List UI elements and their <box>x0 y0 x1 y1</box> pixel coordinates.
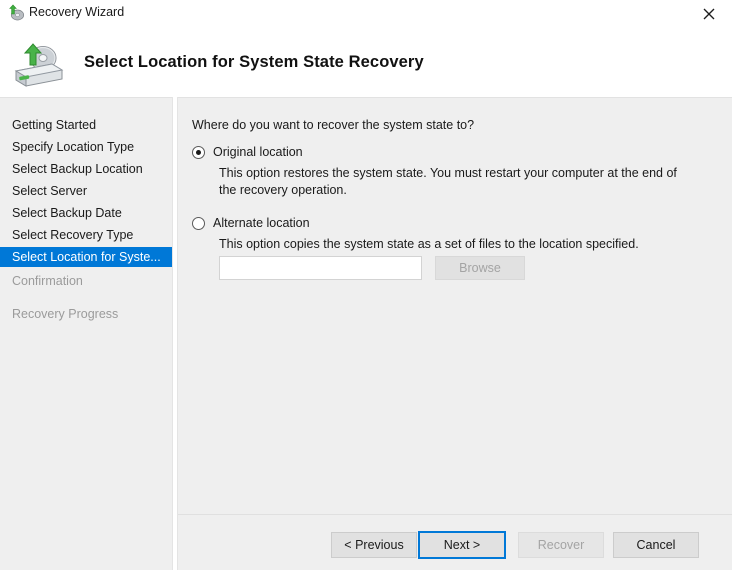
question-label: Where do you want to recover the system … <box>192 118 474 132</box>
close-icon[interactable] <box>686 0 732 27</box>
radio-row-original-location[interactable]: Original location <box>188 143 708 163</box>
radio-label-original-location: Original location <box>213 143 303 162</box>
option-description-alternate-location: This option copies the system state as a… <box>219 236 692 253</box>
option-description-original-location: This option restores the system state. Y… <box>219 165 692 199</box>
wizard-header: Select Location for System State Recover… <box>0 27 732 97</box>
wizard-footer: < Previous Next > Recover Cancel <box>178 514 732 570</box>
recovery-disk-icon <box>7 4 25 22</box>
page-title: Select Location for System State Recover… <box>84 53 424 72</box>
sidebar-item-select-backup-location[interactable]: Select Backup Location <box>0 159 172 179</box>
sidebar-item-select-backup-date[interactable]: Select Backup Date <box>0 203 172 223</box>
option-alternate-location[interactable]: Alternate location This option copies th… <box>188 214 708 253</box>
title-bar: Recovery Wizard <box>0 0 732 27</box>
previous-button[interactable]: < Previous <box>331 532 417 558</box>
wizard-step-navigation: Getting Started Specify Location Type Se… <box>0 97 172 570</box>
main-content-panel: Where do you want to recover the system … <box>178 97 732 514</box>
sidebar-item-recovery-progress: Recovery Progress <box>0 304 172 324</box>
sidebar-item-select-recovery-type[interactable]: Select Recovery Type <box>0 225 172 245</box>
window-title: Recovery Wizard <box>29 5 124 19</box>
system-state-recovery-icon <box>12 41 66 87</box>
sidebar-item-specify-location-type[interactable]: Specify Location Type <box>0 137 172 157</box>
next-button[interactable]: Next > <box>418 531 506 559</box>
browse-button: Browse <box>435 256 525 280</box>
sidebar-item-select-server[interactable]: Select Server <box>0 181 172 201</box>
cancel-button[interactable]: Cancel <box>613 532 699 558</box>
radio-label-alternate-location: Alternate location <box>213 214 310 233</box>
alternate-location-path-input[interactable] <box>219 256 422 280</box>
radio-original-location[interactable] <box>192 146 205 159</box>
radio-alternate-location[interactable] <box>192 217 205 230</box>
option-original-location[interactable]: Original location This option restores t… <box>188 143 708 199</box>
recovery-wizard-window: Recovery Wizard Se <box>0 0 732 570</box>
sidebar-item-select-location-for-system-state[interactable]: Select Location for Syste... <box>0 247 172 267</box>
sidebar-item-confirmation: Confirmation <box>0 271 172 291</box>
sidebar-item-getting-started[interactable]: Getting Started <box>0 115 172 135</box>
alternate-location-path-row: Browse <box>219 256 539 280</box>
recover-button: Recover <box>518 532 604 558</box>
radio-row-alternate-location[interactable]: Alternate location <box>188 214 708 234</box>
